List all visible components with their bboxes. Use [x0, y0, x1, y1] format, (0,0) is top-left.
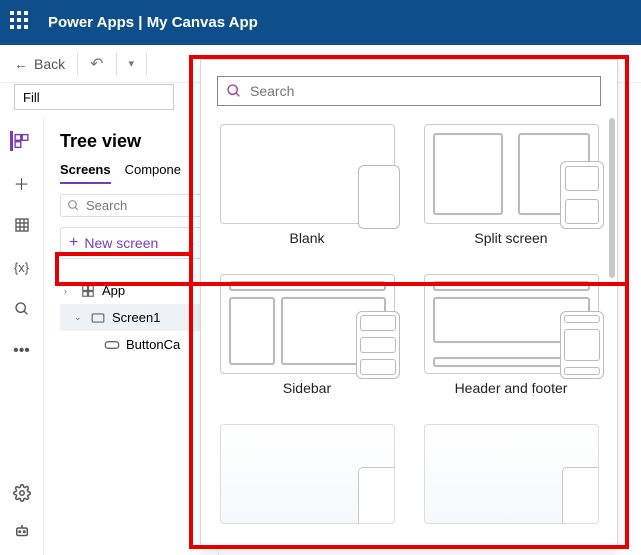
left-rail: ＋ {x} ••• [0, 117, 44, 555]
template-thumb [220, 124, 395, 224]
template-thumb [220, 424, 395, 524]
tree-item-button[interactable]: ButtonCa [60, 331, 218, 358]
screen-icon [90, 312, 106, 324]
tree-item-screen1[interactable]: ⌄ Screen1 [60, 304, 218, 331]
scrollbar-thumb[interactable] [609, 118, 615, 278]
search-icon [226, 83, 242, 99]
virtual-agent-icon[interactable] [12, 521, 32, 541]
template-blank[interactable]: Blank [217, 124, 397, 246]
divider [146, 53, 147, 75]
tab-screens[interactable]: Screens [60, 162, 111, 184]
tree-item-label: App [102, 283, 125, 298]
chevron-down-icon: ⌄ [188, 238, 196, 249]
template-label: Split screen [474, 230, 547, 246]
app-title: Power Apps | My Canvas App [48, 14, 258, 31]
app-icon [80, 284, 96, 298]
chevron-down-icon[interactable]: ▾ [129, 57, 135, 70]
settings-icon[interactable] [12, 483, 32, 503]
chevron-right-icon: › [64, 286, 74, 296]
tab-components[interactable]: Compone [125, 162, 181, 184]
new-screen-label: New screen [84, 235, 158, 251]
tree-item-app[interactable]: › App [60, 277, 218, 304]
tree-item-label: ButtonCa [126, 337, 180, 352]
template-label: Header and footer [455, 380, 568, 396]
template-thumb [424, 124, 599, 224]
template-header-footer[interactable]: Header and footer [421, 274, 601, 396]
tree-view-panel: Tree view Screens Compone Search + New s… [44, 117, 219, 555]
new-screen-button[interactable]: + New screen ⌄ [60, 227, 205, 259]
tree-item-label: Screen1 [112, 310, 160, 325]
template-label: Sidebar [283, 380, 331, 396]
new-screen-flyout: Blank Split screen Sidebar Header and fo… [200, 59, 618, 549]
flyout-search[interactable] [217, 76, 601, 106]
tree-search[interactable]: Search [60, 194, 205, 217]
title-bar: Power Apps | My Canvas App [0, 0, 641, 45]
template-thumb [424, 274, 599, 374]
template-sidebar[interactable]: Sidebar [217, 274, 397, 396]
template-thumb [220, 274, 395, 374]
search-placeholder: Search [86, 198, 127, 213]
tree-view-icon[interactable] [10, 131, 30, 151]
panel-title: Tree view [60, 131, 218, 152]
data-icon[interactable] [12, 215, 32, 235]
back-button[interactable]: ← Back [14, 56, 65, 72]
insert-icon[interactable]: ＋ [12, 173, 32, 193]
app-launcher-icon[interactable] [10, 11, 34, 35]
flyout-search-input[interactable] [250, 83, 592, 99]
tree-tabs: Screens Compone [60, 162, 218, 184]
divider [116, 53, 117, 75]
plus-icon: + [69, 234, 78, 252]
divider [77, 53, 78, 75]
template-grid: Blank Split screen Sidebar Header and fo… [217, 124, 601, 396]
template-split-screen[interactable]: Split screen [421, 124, 601, 246]
template-label: Blank [289, 230, 324, 246]
template-card[interactable] [421, 424, 601, 524]
template-row-partial [217, 424, 601, 524]
template-card[interactable] [217, 424, 397, 524]
more-icon[interactable]: ••• [12, 341, 32, 361]
property-selector[interactable] [14, 84, 174, 110]
variables-icon[interactable]: {x} [12, 257, 32, 277]
search-icon[interactable] [12, 299, 32, 319]
tree-items: › App ⌄ Screen1 ButtonCa [60, 277, 218, 358]
search-icon [67, 199, 80, 212]
back-label: Back [34, 56, 65, 72]
undo-button[interactable]: ↶ [90, 54, 103, 74]
template-thumb [424, 424, 599, 524]
chevron-down-icon: ⌄ [74, 312, 84, 323]
arrow-left-icon: ← [14, 56, 28, 72]
button-icon [104, 340, 120, 350]
